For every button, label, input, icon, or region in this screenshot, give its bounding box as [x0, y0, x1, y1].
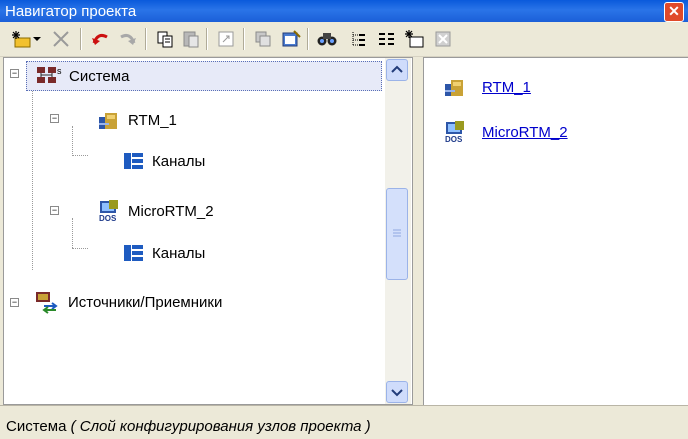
- rtm-station-icon: [99, 113, 117, 129]
- rtm-station-icon: [445, 80, 463, 96]
- list-item-rtm1[interactable]: RTM_1: [442, 76, 531, 98]
- close-document-button[interactable]: [430, 26, 456, 52]
- tree-item-label: MicroRTM_2: [128, 202, 214, 220]
- resize-icon: [218, 31, 234, 47]
- chevron-down-icon: [391, 389, 403, 397]
- tree-connector: [72, 248, 88, 249]
- close-button[interactable]: ✕: [664, 2, 684, 22]
- list-view-button[interactable]: [374, 26, 400, 52]
- resize-button[interactable]: [213, 26, 239, 52]
- undo-button[interactable]: [88, 26, 114, 52]
- svg-text:DOS: DOS: [445, 135, 463, 144]
- tree-connector: [32, 130, 33, 270]
- system-network-icon: s: [37, 66, 62, 83]
- dos-station-icon: DOS: [445, 121, 464, 144]
- toolbar-separator: [80, 28, 82, 50]
- channels-icon: [124, 245, 143, 261]
- tree-connector: [32, 88, 33, 130]
- close-doc-icon: [435, 31, 451, 47]
- list-item-micrortm2[interactable]: DOS MicroRTM_2: [442, 120, 568, 144]
- project-tree[interactable]: − − − − s Система RTM_1 Каналы DOS Micro…: [3, 57, 413, 405]
- dos-station-icon: DOS: [99, 200, 118, 223]
- collapse-toggle-rtm1[interactable]: −: [50, 114, 59, 123]
- collapse-toggle-micrortm2[interactable]: −: [50, 206, 59, 215]
- title-bar[interactable]: Навигатор проекта ✕: [0, 0, 688, 22]
- list-view-icon: [379, 33, 394, 45]
- collapse-toggle-system[interactable]: −: [10, 69, 19, 78]
- svg-text:s: s: [57, 66, 62, 76]
- tree-item-rtm1[interactable]: RTM_1: [96, 105, 177, 135]
- new-item-dropdown[interactable]: [30, 26, 44, 52]
- status-main: Система: [6, 418, 67, 435]
- copy-icon: [157, 31, 173, 48]
- delete-button[interactable]: [48, 26, 74, 52]
- copy-button[interactable]: [152, 26, 178, 52]
- find-icon: [317, 33, 337, 46]
- clone-button[interactable]: [250, 26, 276, 52]
- toolbar-separator: [206, 28, 208, 50]
- tree-item-label: Каналы: [152, 244, 206, 262]
- tree-connector: [72, 155, 88, 156]
- close-icon: ✕: [668, 3, 680, 19]
- list-item-link[interactable]: RTM_1: [482, 79, 531, 96]
- new-window-icon: [405, 30, 424, 48]
- undo-icon: [92, 34, 108, 45]
- status-detail: ( Слой конфигурирования узлов проекта ): [70, 418, 371, 435]
- find-button[interactable]: [314, 26, 340, 52]
- project-navigator-window: Навигатор проекта ✕ − − − − s Система RT…: [0, 0, 688, 439]
- tree-item-channels[interactable]: Каналы: [122, 146, 205, 176]
- status-text: Система ( Слой конфигурирования узлов пр…: [6, 418, 371, 435]
- paste-button[interactable]: [178, 26, 204, 52]
- chevron-up-icon: [391, 65, 403, 73]
- paste-icon: [183, 31, 199, 48]
- new-window-button[interactable]: [402, 26, 428, 52]
- properties-icon: [282, 30, 301, 47]
- properties-button[interactable]: [278, 26, 304, 52]
- status-bar: Система ( Слой конфигурирования узлов пр…: [0, 405, 688, 439]
- tree-item-micrortm2[interactable]: DOS MicroRTM_2: [96, 196, 214, 226]
- collapse-toggle-sources[interactable]: −: [10, 298, 19, 307]
- scroll-up-button[interactable]: [386, 59, 408, 81]
- tree-view-button[interactable]: [346, 26, 372, 52]
- tree-item-label: Каналы: [152, 152, 206, 170]
- content-list: RTM_1 DOS MicroRTM_2: [423, 57, 688, 405]
- scroll-thumb[interactable]: [386, 188, 408, 280]
- sources-receivers-icon: [36, 292, 58, 314]
- toolbar-separator: [307, 28, 309, 50]
- toolbar-separator: [145, 28, 147, 50]
- tree-connector: [72, 126, 73, 154]
- clone-icon: [255, 31, 271, 47]
- grip-icon: [393, 229, 401, 237]
- tree-item-label: Источники/Приемники: [68, 293, 223, 311]
- tree-item-system[interactable]: s Система: [26, 61, 382, 91]
- channels-icon: [124, 153, 143, 169]
- tree-scrollbar[interactable]: [385, 58, 411, 404]
- svg-text:DOS: DOS: [99, 214, 117, 223]
- toolbar-separator: [243, 28, 245, 50]
- window-title: Навигатор проекта: [5, 3, 137, 20]
- tree-item-sources-receivers[interactable]: Источники/Приемники: [34, 287, 222, 317]
- list-item-link[interactable]: MicroRTM_2: [482, 124, 568, 141]
- tree-item-label: Система: [69, 67, 130, 85]
- toolbar: [0, 22, 688, 57]
- redo-button[interactable]: [114, 26, 140, 52]
- redo-icon: [120, 34, 136, 45]
- tree-item-label: RTM_1: [128, 111, 177, 129]
- scroll-down-button[interactable]: [386, 381, 408, 403]
- tree-item-channels[interactable]: Каналы: [122, 238, 205, 268]
- new-item-icon: [12, 31, 31, 48]
- delete-icon: [53, 31, 69, 47]
- tree-connector: [72, 218, 73, 248]
- tree-view-icon: [352, 32, 365, 46]
- dropdown-arrow-icon: [33, 37, 41, 41]
